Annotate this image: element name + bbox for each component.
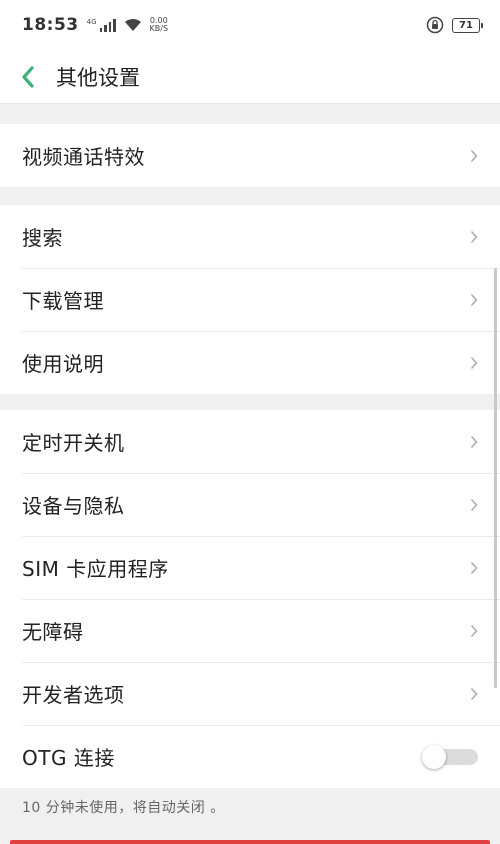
cellular-signal-icon: 4G: [87, 18, 116, 32]
chevron-right-icon: [470, 230, 478, 243]
chevron-right-icon: [470, 435, 478, 448]
back-button[interactable]: [0, 50, 56, 104]
settings-item-device-privacy[interactable]: 设备与隐私: [0, 473, 500, 536]
settings-group-video: 视频通话特效: [0, 124, 500, 187]
chevron-right-icon: [470, 498, 478, 511]
page-title: 其他设置: [56, 65, 140, 90]
status-time: 18:53: [22, 15, 79, 35]
settings-item-label: 设备与隐私: [22, 494, 125, 518]
chevron-left-icon: [22, 65, 34, 88]
settings-item-label: 搜索: [22, 226, 63, 250]
settings-item-label: 下载管理: [22, 289, 104, 313]
bottom-accent-bar: [10, 840, 490, 844]
settings-item-label: OTG 连接: [22, 746, 115, 770]
settings-item-label: 无障碍: [22, 620, 84, 644]
otg-toggle[interactable]: [422, 744, 478, 769]
rotation-lock-icon: [426, 16, 444, 34]
settings-item-video-call-effects[interactable]: 视频通话特效: [0, 124, 500, 187]
settings-group-general: 搜索 下载管理 使用说明: [0, 205, 500, 394]
battery-level: 71: [459, 19, 473, 31]
settings-group-system: 定时开关机 设备与隐私 SIM 卡应用程序 无障碍 开发者选项 OTG 连接: [0, 410, 500, 788]
battery-icon: 71: [452, 17, 483, 33]
status-left: 18:53 4G 0.00 KB/S: [22, 15, 168, 35]
chevron-right-icon: [470, 356, 478, 369]
toggle-knob: [422, 744, 446, 769]
settings-item-developer-options[interactable]: 开发者选项: [0, 662, 500, 725]
network-speed-unit: KB/S: [149, 24, 169, 33]
chevron-right-icon: [470, 687, 478, 700]
settings-item-label: 定时开关机: [22, 431, 125, 455]
status-right: 71: [426, 16, 483, 34]
settings-item-otg: OTG 连接: [0, 725, 500, 788]
settings-item-label: 开发者选项: [22, 683, 125, 707]
settings-item-label: SIM 卡应用程序: [22, 557, 169, 581]
settings-item-user-guide[interactable]: 使用说明: [0, 331, 500, 394]
settings-item-search[interactable]: 搜索: [0, 205, 500, 268]
status-bar: 18:53 4G 0.00 KB/S 71: [0, 0, 500, 50]
chevron-right-icon: [470, 561, 478, 574]
settings-item-scheduled-power[interactable]: 定时开关机: [0, 410, 500, 473]
chevron-right-icon: [470, 293, 478, 306]
title-bar: 其他设置: [0, 50, 500, 104]
wifi-icon: [124, 18, 141, 31]
chevron-right-icon: [470, 624, 478, 637]
settings-item-label: 使用说明: [22, 352, 104, 376]
settings-item-label: 视频通话特效: [22, 145, 145, 169]
network-type-label: 4G: [86, 18, 97, 26]
settings-item-sim-apps[interactable]: SIM 卡应用程序: [0, 536, 500, 599]
otg-footnote: 10 分钟未使用，将自动关闭 。: [22, 800, 225, 816]
network-speed: 0.00 KB/S: [150, 17, 169, 33]
chevron-right-icon: [470, 149, 478, 162]
settings-item-accessibility[interactable]: 无障碍: [0, 599, 500, 662]
scrollbar[interactable]: [494, 268, 497, 688]
settings-item-download-manager[interactable]: 下载管理: [0, 268, 500, 331]
